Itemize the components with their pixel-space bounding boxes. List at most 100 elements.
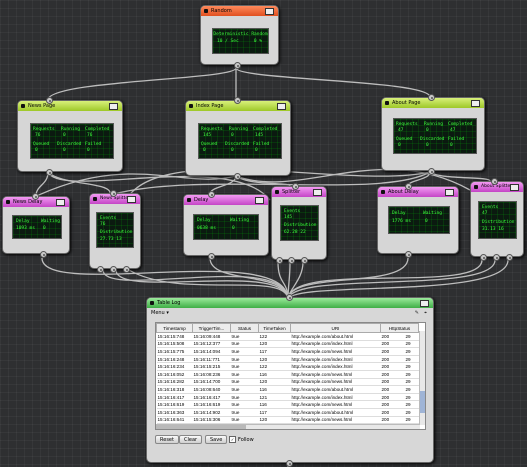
news-page-node[interactable]: News Page Requests Running Completed 76 … [17, 97, 123, 176]
news-delay-node[interactable]: News Delay Delay Waiting 1093 ms 0 [2, 193, 70, 258]
table-row[interactable]: 15:16:16:641 15:16:15:306 true 120 http://ex… [156, 416, 419, 425]
table-cell: 15:16:14:700 [192, 378, 231, 387]
vertical-scrollbar[interactable] [419, 331, 425, 425]
scroll-thumb[interactable] [420, 391, 425, 413]
pin-icon[interactable]: ⌖ [424, 310, 427, 316]
menu-button[interactable]: Menu ▾ [151, 310, 169, 316]
stat-value: 0 [398, 143, 401, 148]
news-splitter-stats: Events 76 Distribution 27.73 13 [96, 212, 134, 248]
minimize-icon[interactable] [420, 300, 429, 307]
minimize-icon[interactable] [109, 103, 118, 110]
output-port[interactable] [97, 266, 104, 273]
horizontal-scrollbar[interactable] [156, 424, 420, 429]
splitter-node[interactable]: Splitter Events 145 Distribution 62.28 2… [271, 183, 327, 264]
minimize-icon[interactable] [265, 8, 274, 15]
checkbox-check-icon[interactable]: ✓ [229, 436, 236, 443]
table-row[interactable]: 15:16:15:748 15:16:09:448 true 122 http://ex… [156, 332, 419, 341]
table-cell: 15:16:12:377 [192, 340, 231, 349]
about-page-node[interactable]: About Page Requests Running Completed 47… [381, 94, 485, 175]
input-port[interactable] [405, 183, 412, 190]
news-delay-stats: Delay Waiting 1093 ms 0 [12, 215, 62, 239]
output-port[interactable] [46, 169, 53, 176]
minimize-icon[interactable] [445, 189, 454, 196]
input-port[interactable] [428, 94, 435, 101]
input-port[interactable] [208, 191, 215, 198]
minimize-icon[interactable] [127, 196, 136, 203]
table-header-row: Timestamp TriggerTim... Status TimeTaken URI… [156, 323, 419, 333]
table-row[interactable]: 15:16:16:248 15:16:11:771 true 120 http://ex… [156, 355, 419, 364]
input-port[interactable] [110, 190, 117, 197]
log-table[interactable]: Timestamp TriggerTim... Status TimeTaken URI… [155, 322, 426, 430]
table-row[interactable]: 15:16:16:417 15:16:16:417 true 121 http://ex… [156, 393, 419, 402]
column-header[interactable]: URI [290, 323, 381, 333]
column-header[interactable]: HttpStatus [380, 323, 419, 333]
output-port[interactable] [234, 173, 241, 180]
news-splitter-node[interactable]: News Splitter Events 76 Distribution 27.… [89, 190, 141, 273]
output-port[interactable] [288, 257, 295, 264]
edit-icon[interactable]: ✎ [415, 310, 419, 316]
column-header[interactable]: Timestamp [156, 323, 193, 333]
input-port[interactable] [46, 97, 53, 104]
table-row[interactable]: 15:16:15:775 15:16:14:094 true 117 http://ex… [156, 347, 419, 356]
column-header[interactable]: TimeTaken [258, 323, 291, 333]
about-delay-header[interactable]: About Delay [378, 187, 458, 197]
minimize-icon[interactable] [255, 197, 264, 204]
column-header[interactable]: TriggerTim... [192, 323, 231, 333]
table-row[interactable]: 15:16:16:282 15:16:14:700 true 120 http://ex… [156, 378, 419, 387]
scroll-thumb[interactable] [156, 425, 246, 429]
news-page-header[interactable]: News Page [18, 101, 122, 111]
input-port[interactable] [292, 183, 299, 190]
output-port[interactable] [480, 254, 487, 261]
output-port[interactable] [506, 254, 513, 261]
input-port[interactable] [286, 294, 293, 301]
follow-checkbox[interactable]: ✓ Follow [229, 436, 254, 443]
output-port[interactable] [208, 253, 215, 260]
column-header[interactable]: Status [230, 323, 259, 333]
delay-node[interactable]: Delay Delay Waiting 0638 ms 0 [183, 191, 269, 260]
minimize-icon[interactable] [471, 100, 480, 107]
input-port[interactable] [32, 193, 39, 200]
output-port[interactable] [301, 257, 308, 264]
delay-header[interactable]: Delay [184, 195, 268, 205]
input-port[interactable] [234, 97, 241, 104]
about-delay-title: About Delay [388, 189, 419, 195]
minimize-icon[interactable] [277, 103, 286, 110]
output-port[interactable] [493, 254, 500, 261]
table-cell: 29 [404, 393, 419, 402]
table-row[interactable]: 15:16:16:363 15:16:14:902 true 117 http://ex… [156, 408, 419, 417]
output-port[interactable] [123, 266, 130, 273]
random-header[interactable]: Random [201, 6, 278, 16]
minimize-icon[interactable] [313, 189, 322, 196]
index-page-node[interactable]: Index Page Requests Running Completed 14… [185, 97, 291, 180]
minimize-icon[interactable] [510, 184, 519, 191]
output-port[interactable] [276, 257, 283, 264]
save-button[interactable]: Save [205, 435, 228, 444]
table-log-window[interactable]: Table Log Menu ▾ ✎ ⌖ Timestamp TriggerTim… [146, 294, 434, 467]
table-row[interactable]: 15:16:16:318 15:16:08:640 true 116 http://ex… [156, 385, 419, 394]
reset-button[interactable]: Reset [155, 435, 179, 444]
splitter-header[interactable]: Splitter [272, 187, 326, 197]
table-row[interactable]: 15:16:16:234 15:16:15:215 true 122 http://ex… [156, 362, 419, 371]
about-delay-stats: Delay Waiting 1776 ms 0 [388, 206, 450, 234]
about-splitter-node[interactable]: About Splitter Events 47 Distribution 31… [470, 178, 524, 261]
table-row[interactable]: 15:16:15:508 15:16:12:377 true 120 http://ex… [156, 340, 419, 349]
minimize-icon[interactable] [56, 199, 65, 206]
stat-label: Discarded [57, 142, 82, 147]
node-type-icon [6, 200, 10, 204]
output-port[interactable] [110, 266, 117, 273]
table-row[interactable]: 15:16:16:619 15:16:16:619 true 116 http://ex… [156, 400, 419, 409]
table-row[interactable]: 15:16:16:052 15:16:08:236 true 116 http://ex… [156, 370, 419, 379]
random-node[interactable]: Random Deterministic Random 10 / Sec 0 % [200, 5, 279, 69]
table-cell: http://example.com/news.html [290, 370, 381, 379]
output-port[interactable] [428, 168, 435, 175]
about-delay-node[interactable]: About Delay Delay Waiting 1776 ms 0 [377, 183, 459, 258]
output-port[interactable] [40, 251, 47, 258]
table-cell: http://example.com/index.html [290, 393, 381, 402]
clear-button[interactable]: Clear [179, 435, 203, 444]
input-port[interactable] [491, 178, 498, 185]
output-port[interactable] [405, 251, 412, 258]
table-cell: http://example.com/news.html [290, 378, 381, 387]
table-cell: true [230, 370, 259, 379]
output-port[interactable] [286, 460, 293, 467]
output-port[interactable] [234, 62, 241, 69]
